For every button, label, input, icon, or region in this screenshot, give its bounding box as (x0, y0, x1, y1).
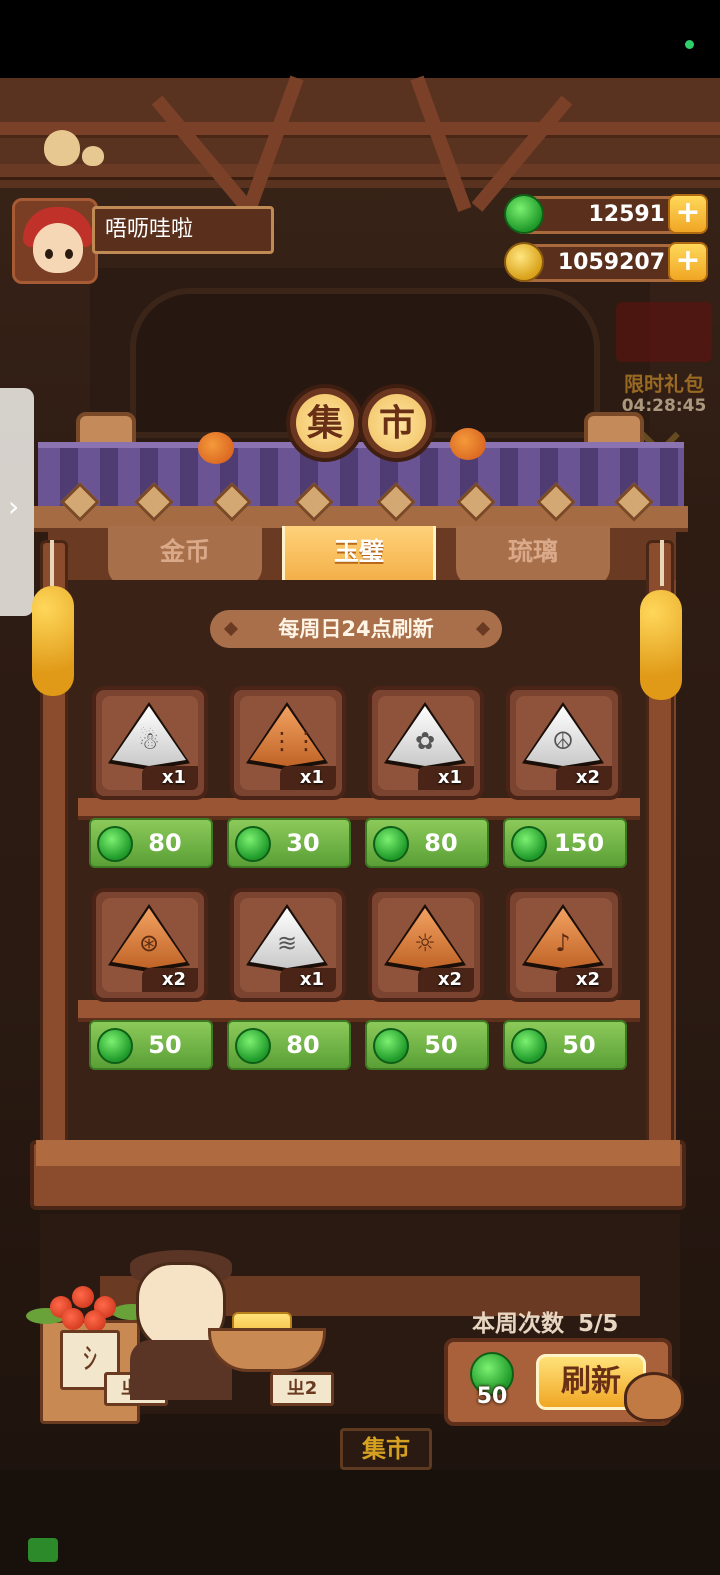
shelf-board (78, 798, 640, 820)
item-price: 80 (148, 829, 182, 857)
market-title-char: 市 (368, 394, 426, 452)
item-quantity: x1 (437, 767, 462, 788)
item-quantity: x2 (161, 969, 186, 990)
limited-gift-label[interactable]: 限时礼包 (612, 368, 716, 397)
avatar-eye (65, 249, 73, 259)
floor-button[interactable] (28, 1538, 58, 1562)
gift-box-icon[interactable] (616, 302, 712, 362)
market-sign[interactable]: 集市 (340, 1428, 432, 1470)
item-quantity: x1 (299, 767, 324, 788)
token-glyph: ✿ (414, 727, 436, 755)
item-slot[interactable]: ⋮⋮ x1 (230, 686, 346, 800)
persimmon-icon (198, 432, 234, 464)
item-slot[interactable]: ♪ x2 (506, 888, 622, 1002)
corn-icon (640, 590, 682, 700)
market-title-disc: 市 (358, 384, 436, 462)
rope (50, 540, 54, 586)
item-price: 50 (148, 1031, 182, 1059)
tomato-icon (62, 1308, 84, 1330)
counter-top (36, 1140, 680, 1166)
item-quantity: x1 (299, 969, 324, 990)
buy-button[interactable]: 80 (365, 818, 489, 868)
item-quantity: x2 (437, 969, 462, 990)
jade-icon (511, 826, 547, 862)
item-price: 80 (424, 829, 458, 857)
chick-icon (82, 146, 104, 166)
persimmon-icon (450, 428, 486, 460)
buy-button[interactable]: 80 (89, 818, 213, 868)
token-glyph: ☮ (552, 727, 574, 755)
item-price: 50 (424, 1031, 458, 1059)
buy-button[interactable]: 50 (365, 1020, 489, 1070)
item-quantity: x2 (575, 969, 600, 990)
item-slot[interactable]: ☼ x2 (368, 888, 484, 1002)
jade-icon (373, 1028, 409, 1064)
camera-indicator-icon (685, 40, 694, 49)
add-coins-button[interactable]: + (668, 242, 708, 282)
token-glyph: ⋮⋮ (270, 727, 318, 755)
jade-icon (373, 826, 409, 862)
buy-button[interactable]: 50 (89, 1020, 213, 1070)
jade-icon (97, 826, 133, 862)
weekly-count-label: 本周次数 (472, 1311, 564, 1337)
buy-button[interactable]: 80 (227, 1020, 351, 1070)
market-title-disc: 集 (286, 384, 364, 462)
item-price: 50 (562, 1031, 596, 1059)
chevron-right-icon[interactable]: › (8, 490, 19, 523)
roof-tiles (38, 448, 684, 508)
item-price: 30 (286, 829, 320, 857)
token-glyph: ♪ (555, 929, 571, 957)
item-quantity: x2 (575, 767, 600, 788)
coin-icon (504, 242, 544, 282)
token-glyph: ☃ (138, 727, 160, 755)
item-price: 150 (553, 829, 605, 857)
player-avatar[interactable] (12, 198, 98, 284)
item-quantity: x1 (161, 767, 186, 788)
jade-icon (97, 1028, 133, 1064)
buy-button[interactable]: 30 (227, 818, 351, 868)
token-glyph: ⊛ (138, 929, 160, 957)
buy-button[interactable]: 50 (503, 1020, 627, 1070)
player-name: 唔呖哇啦 (92, 206, 274, 254)
avatar-eye (45, 249, 53, 259)
item-slot[interactable]: ☮ x2 (506, 686, 622, 800)
item-slot[interactable]: ⊛ x2 (92, 888, 208, 1002)
shelf-board (78, 1000, 640, 1022)
floor (0, 1470, 720, 1575)
mascot-icon (624, 1372, 684, 1422)
weekly-count: 本周次数 5/5 (472, 1304, 672, 1338)
jade-icon (504, 194, 544, 234)
jade-icon (511, 1028, 547, 1064)
refresh-cost: 50 (476, 1384, 508, 1409)
market-title-char: 集 (296, 394, 354, 452)
status-bar (0, 0, 720, 78)
beam (0, 122, 720, 138)
tomato-icon (84, 1310, 106, 1332)
market-shelf (44, 580, 676, 1170)
tab-coins[interactable]: 金币 (108, 526, 262, 586)
token-glyph: ☼ (414, 929, 436, 957)
jade-icon (235, 1028, 271, 1064)
add-jade-button[interactable]: + (668, 194, 708, 234)
chick-icon (44, 130, 80, 166)
rope (660, 540, 664, 586)
item-slot[interactable]: ✿ x1 (368, 686, 484, 800)
refresh-schedule-note: 每周日24点刷新 (210, 610, 502, 648)
beam (0, 164, 720, 180)
item-price: 80 (286, 1031, 320, 1059)
weekly-count-value: 5/5 (578, 1311, 619, 1337)
tab-glaze[interactable]: 琉璃 (456, 526, 610, 586)
price-tag: ㄓ2 (270, 1372, 334, 1406)
item-slot[interactable]: ☃ x1 (92, 686, 208, 800)
item-slot[interactable]: ≋ x1 (230, 888, 346, 1002)
corn-icon (32, 586, 74, 696)
avatar-face (33, 223, 83, 273)
jade-icon (235, 826, 271, 862)
buy-button[interactable]: 150 (503, 818, 627, 868)
token-glyph: ≋ (276, 929, 298, 957)
tomato-icon (72, 1286, 94, 1308)
